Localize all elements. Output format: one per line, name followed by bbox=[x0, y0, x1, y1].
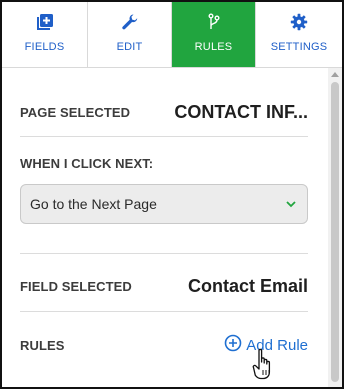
hand-cursor-icon bbox=[252, 348, 278, 380]
next-page-select[interactable]: Go to the Next Page bbox=[20, 184, 308, 224]
tab-bar: FIELDS EDIT RULES SETTINGS bbox=[2, 2, 342, 68]
divider bbox=[20, 253, 308, 254]
tab-settings[interactable]: SETTINGS bbox=[256, 2, 342, 67]
when-next-label: WHEN I CLICK NEXT: bbox=[20, 156, 154, 171]
field-selected-value: Contact Email bbox=[187, 276, 308, 296]
add-box-icon bbox=[35, 12, 55, 32]
vertical-scrollbar[interactable] bbox=[328, 68, 342, 387]
divider bbox=[20, 136, 308, 137]
page-selected-value: CONTACT INF... bbox=[174, 102, 308, 122]
chevron-down-icon bbox=[285, 195, 297, 213]
wrench-icon bbox=[120, 12, 140, 32]
page-selected-label: PAGE SELECTED bbox=[20, 105, 131, 120]
tab-edit[interactable]: EDIT bbox=[88, 2, 172, 67]
scroll-up-icon[interactable] bbox=[331, 72, 339, 77]
tab-edit-label: EDIT bbox=[116, 41, 143, 53]
rules-label: RULES bbox=[20, 337, 65, 353]
scroll-thumb[interactable] bbox=[331, 82, 339, 382]
plus-circle-icon bbox=[224, 334, 242, 356]
tab-rules[interactable]: RULES bbox=[172, 2, 256, 67]
tab-rules-label: RULES bbox=[194, 41, 233, 53]
tab-fields-label: FIELDS bbox=[24, 41, 65, 53]
branch-icon bbox=[204, 12, 224, 32]
rules-panel: PAGE SELECTED CONTACT INF... WHEN I CLIC… bbox=[2, 68, 342, 387]
page-selected-row: PAGE SELECTED CONTACT INF... bbox=[20, 102, 308, 123]
tab-settings-label: SETTINGS bbox=[270, 41, 328, 53]
gear-icon bbox=[289, 12, 309, 32]
divider bbox=[20, 311, 308, 312]
rules-panel-window: FIELDS EDIT RULES SETTINGS PAGE SELECTED… bbox=[0, 0, 344, 389]
field-selected-row: FIELD SELECTED Contact Email bbox=[20, 276, 308, 297]
tab-fields[interactable]: FIELDS bbox=[2, 2, 88, 67]
field-selected-label: FIELD SELECTED bbox=[20, 279, 132, 294]
next-page-select-value: Go to the Next Page bbox=[30, 196, 157, 212]
